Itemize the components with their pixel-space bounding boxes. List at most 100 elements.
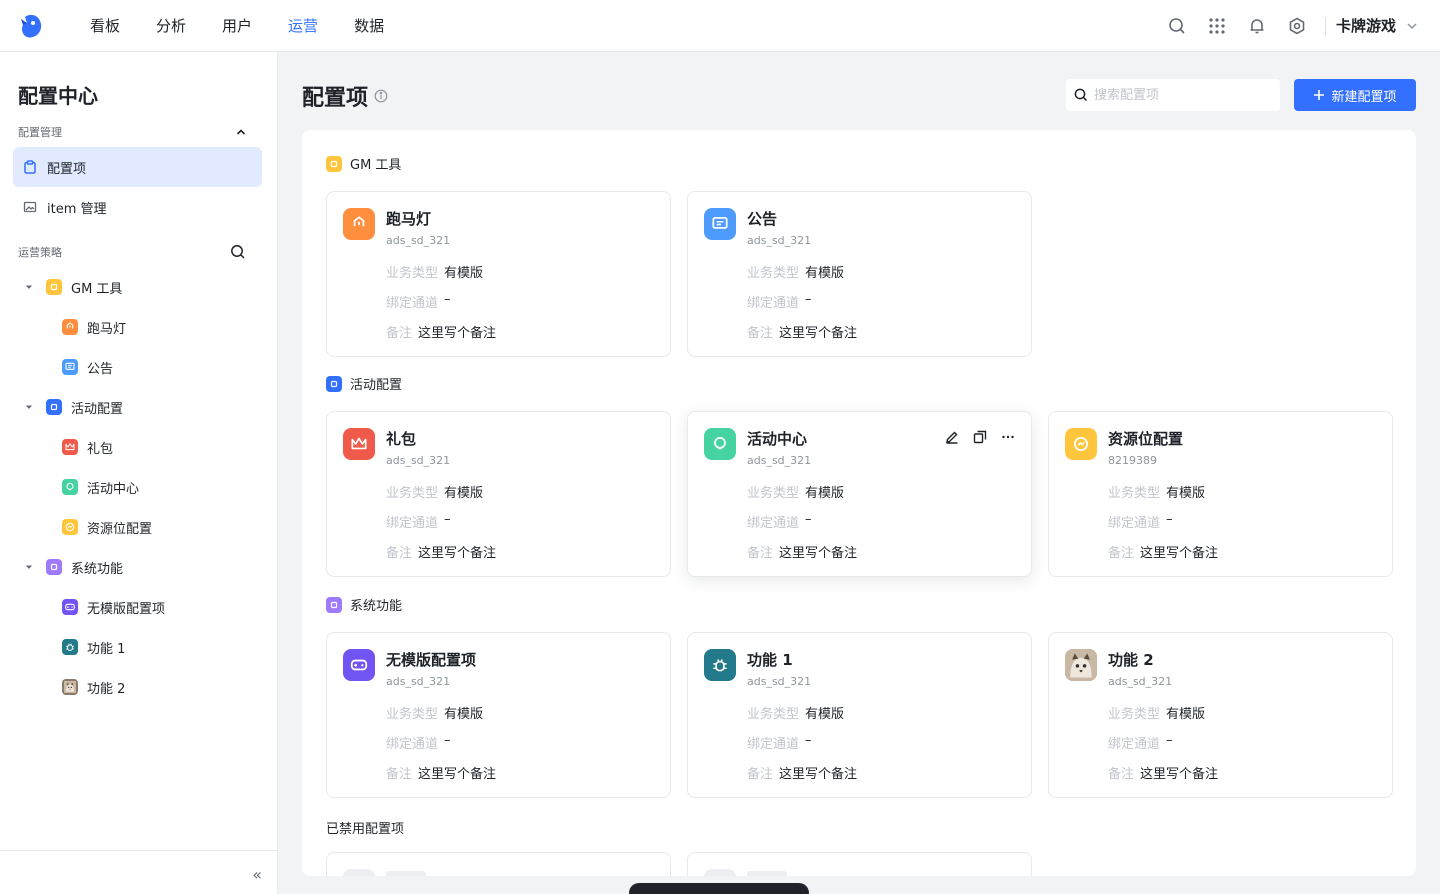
top-navbar: 看板 分析 用户 运营 数据 卡牌游戏 <box>0 0 1440 52</box>
tree-item[interactable]: 公告 <box>62 347 113 387</box>
field-label: 绑定通道 <box>1108 516 1161 531</box>
field-value: 这里写个备注 <box>779 546 858 561</box>
folder-icon <box>46 279 62 295</box>
page-title-wrap: 配置项 <box>302 80 388 112</box>
config-card[interactable]: 跑马灯 ads_sd_321 业务类型 有模版 绑定通道 – 备注 这里写个备注 <box>326 191 671 357</box>
topbar-divider <box>1324 16 1326 35</box>
field-value: – <box>444 512 451 527</box>
config-card[interactable]: 资源位配置 8219389 业务类型 有模版 绑定通道 – 备注 这里写个备注 <box>1048 411 1393 577</box>
group-icon <box>326 596 342 613</box>
marquee-icon <box>343 208 375 240</box>
caret-down-icon[interactable] <box>24 562 34 572</box>
tree-item[interactable]: 活动中心 <box>62 467 139 507</box>
card-id: ads_sd_321 <box>747 454 812 467</box>
chevron-up-icon[interactable] <box>236 127 246 137</box>
field-value: 有模版 <box>444 266 484 281</box>
edit-icon[interactable] <box>945 430 959 444</box>
nav-item[interactable]: 用户 <box>204 0 270 52</box>
tree-item[interactable]: 资源位配置 <box>62 507 152 547</box>
copy-icon[interactable] <box>973 430 987 444</box>
tree-item[interactable]: GM 工具 <box>24 267 122 307</box>
nav-item[interactable]: 看板 <box>72 0 138 52</box>
config-card[interactable]: 活动中心 ads_sd_321 业务类型 有模版 绑定通道 – 备注 这里写个备注 <box>687 411 1032 577</box>
card-id: ads_sd_321 <box>747 675 812 688</box>
group-icon <box>326 155 342 172</box>
chevron-down-icon <box>1407 22 1417 29</box>
tree-item[interactable]: 无模版配置项 <box>62 587 165 627</box>
nav-item[interactable]: 数据 <box>336 0 402 52</box>
field-label: 备注 <box>1108 546 1135 561</box>
card-title: 活动中心 <box>747 430 808 448</box>
card-row-note: 备注 这里写个备注 <box>747 322 857 341</box>
sidebar: 配置中心 配置管理 配置项 item 管理 运营策略 GM 工具 跑马灯 公告 活动配… <box>0 52 278 894</box>
search-icon[interactable] <box>230 244 246 260</box>
group-header: GM 工具 <box>326 154 401 173</box>
nav-item[interactable]: 运营 <box>270 0 336 52</box>
caret-down-icon[interactable] <box>24 402 34 412</box>
field-value: 这里写个备注 <box>779 326 858 341</box>
field-label: 绑定通道 <box>1108 737 1161 752</box>
app-logo-icon[interactable] <box>16 11 46 41</box>
section-ops-strategy: 运营策略 <box>18 244 246 260</box>
apps-grid-icon[interactable] <box>1197 6 1237 46</box>
project-name: 卡牌游戏 <box>1335 17 1396 35</box>
card-row-note: 备注 这里写个备注 <box>1108 763 1218 782</box>
config-card[interactable]: 公告 ads_sd_321 业务类型 有模版 绑定通道 – 备注 这里写个备注 <box>687 191 1032 357</box>
group-header: 系统功能 <box>326 595 402 614</box>
card-row-channel: 绑定通道 – <box>747 512 812 531</box>
disabled-card[interactable] <box>326 852 671 876</box>
caret-down-icon[interactable] <box>24 282 34 292</box>
config-panel: 已禁用配置项 GM 工具 跑马灯 ads_sd_321 业务类型 有模版 绑定通道 – 备注这… <box>302 130 1416 876</box>
field-label: 业务类型 <box>1108 486 1161 501</box>
sidebar-footer: « <box>0 850 278 894</box>
marquee-icon <box>62 319 78 335</box>
group-header: 活动配置 <box>326 374 402 393</box>
card-row-channel: 绑定通道 – <box>1108 512 1173 531</box>
tree-item[interactable]: 跑马灯 <box>62 307 126 347</box>
clipboard-icon <box>23 160 37 174</box>
nav-item[interactable]: 分析 <box>138 0 204 52</box>
search-icon[interactable] <box>1157 6 1197 46</box>
config-card[interactable]: 功能 1 ads_sd_321 业务类型 有模版 绑定通道 – 备注 这里写个备注 <box>687 632 1032 798</box>
sidebar-item-config[interactable]: 配置项 <box>13 147 262 187</box>
card-row-type: 业务类型 有模版 <box>386 482 483 501</box>
project-switcher[interactable]: 卡牌游戏 <box>1336 15 1418 36</box>
tree-item[interactable]: 功能 1 <box>62 627 125 667</box>
config-card[interactable]: 功能 2 ads_sd_321 业务类型 有模版 绑定通道 – 备注 这里写个备注 <box>1048 632 1393 798</box>
more-icon[interactable] <box>1001 430 1015 444</box>
section-config-manage[interactable]: 配置管理 <box>18 124 246 140</box>
card-id: ads_sd_321 <box>747 234 812 247</box>
home-indicator <box>629 883 809 894</box>
config-card[interactable]: 礼包 ads_sd_321 业务类型 有模版 绑定通道 – 备注 这里写个备注 <box>326 411 671 577</box>
card-row-note: 备注 这里写个备注 <box>386 763 496 782</box>
search-box[interactable] <box>1066 79 1280 111</box>
tree-item[interactable]: 礼包 <box>62 427 113 467</box>
bulb-icon <box>704 428 736 460</box>
settings-gear-icon[interactable] <box>1277 6 1317 46</box>
card-row-channel: 绑定通道 – <box>386 733 451 752</box>
collapse-sidebar-icon[interactable]: « <box>252 865 262 884</box>
section-label: 配置管理 <box>18 126 62 139</box>
field-label: 备注 <box>747 767 774 782</box>
bug-icon <box>704 649 736 681</box>
announcement-icon <box>704 208 736 240</box>
field-label: 备注 <box>386 767 413 782</box>
search-input[interactable] <box>1094 87 1264 103</box>
card-id: ads_sd_321 <box>386 454 451 467</box>
section-label: 运营策略 <box>18 246 62 259</box>
disabled-card[interactable] <box>687 852 1032 876</box>
field-value: – <box>1166 512 1173 527</box>
card-row-type: 业务类型 有模版 <box>747 262 844 281</box>
card-title: 功能 2 <box>1108 651 1154 669</box>
tree-item[interactable]: 活动配置 <box>24 387 123 427</box>
card-row-type: 业务类型 有模版 <box>386 703 483 722</box>
field-value: – <box>805 512 812 527</box>
card-row-note: 备注 这里写个备注 <box>386 542 496 561</box>
info-icon[interactable] <box>374 89 388 103</box>
tree-item[interactable]: 系统功能 <box>24 547 123 587</box>
new-config-button[interactable]: 新建配置项 <box>1294 79 1416 111</box>
sidebar-item-item-manage[interactable]: item 管理 <box>13 187 262 227</box>
tree-item[interactable]: 功能 2 <box>62 667 125 707</box>
bell-icon[interactable] <box>1237 6 1277 46</box>
config-card[interactable]: 无模版配置项 ads_sd_321 业务类型 有模版 绑定通道 – 备注 这里写个备注 <box>326 632 671 798</box>
